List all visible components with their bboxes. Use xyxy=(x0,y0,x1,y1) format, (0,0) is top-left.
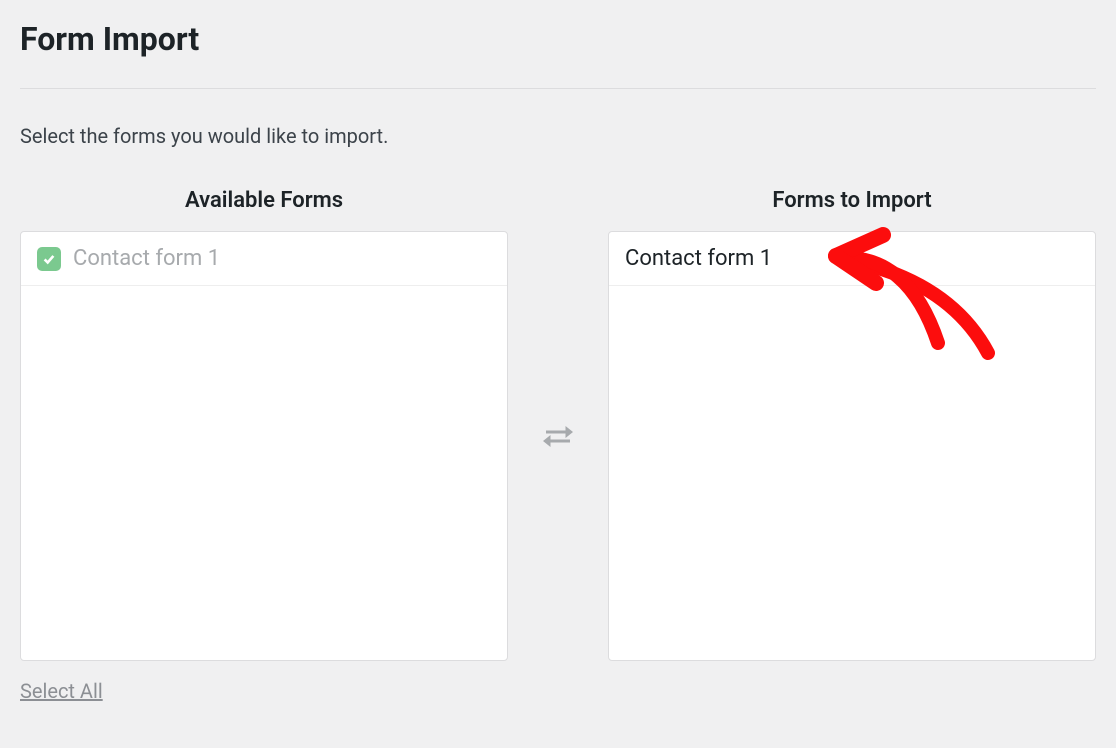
available-form-label: Contact form 1 xyxy=(73,246,220,271)
transfer-arrows-icon xyxy=(538,417,578,453)
forms-to-import-column: Forms to Import Contact form 1 xyxy=(608,188,1096,661)
forms-to-import-header: Forms to Import xyxy=(772,188,931,213)
available-forms-column: Available Forms Contact form 1 xyxy=(20,188,508,661)
checkbox-checked-icon[interactable] xyxy=(37,247,61,271)
columns-wrapper: Available Forms Contact form 1 Forms to … xyxy=(20,188,1096,661)
import-form-label: Contact form 1 xyxy=(625,246,772,271)
select-all-link[interactable]: Select All xyxy=(20,679,1096,703)
page-description: Select the forms you would like to impor… xyxy=(20,124,1096,148)
divider xyxy=(20,88,1096,89)
forms-to-import-panel: Contact form 1 xyxy=(608,231,1096,661)
available-forms-panel: Contact form 1 xyxy=(20,231,508,661)
page-title: Form Import xyxy=(20,20,1096,58)
available-form-row[interactable]: Contact form 1 xyxy=(21,232,507,286)
import-form-row[interactable]: Contact form 1 xyxy=(609,232,1095,286)
available-forms-header: Available Forms xyxy=(185,188,343,213)
